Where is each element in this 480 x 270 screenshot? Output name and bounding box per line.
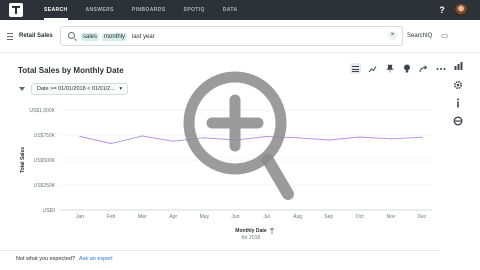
settings-gear-icon[interactable] [452, 79, 464, 91]
data-point[interactable] [390, 138, 392, 140]
search-token[interactable]: last year [130, 33, 157, 41]
clear-search-button[interactable]: × [388, 31, 397, 40]
y-tick-label: US$0 [42, 208, 55, 214]
sort-arrow-icon[interactable] [269, 227, 275, 234]
more-icon[interactable] [435, 63, 446, 74]
nav-tab-spotiq[interactable]: SPOTIQ [183, 0, 204, 20]
data-point[interactable] [328, 139, 330, 141]
data-point[interactable] [79, 135, 81, 138]
thoughtspot-logo-icon[interactable] [9, 3, 23, 17]
nav-tab-answers[interactable]: ANSWERS [86, 0, 114, 20]
x-tick-label: Jan [76, 214, 84, 220]
filter-icon [19, 87, 25, 91]
x-tick-label: Jul [263, 214, 269, 220]
x-tick-label: May [200, 214, 210, 220]
x-tick-label: Apr [169, 214, 177, 220]
data-point[interactable] [172, 140, 174, 142]
data-point[interactable] [265, 135, 268, 138]
footer-help: Not what you expected? Ask an expert [16, 256, 113, 262]
search-input[interactable]: sales monthly last year [60, 26, 403, 46]
x-tick-label: Feb [107, 214, 116, 220]
searchiq-label: SearchIQ [407, 33, 433, 39]
data-source-icon [7, 32, 13, 40]
searchiq-toggle[interactable] [441, 34, 448, 38]
data-point[interactable] [203, 137, 205, 139]
search-token[interactable]: monthly [102, 32, 128, 41]
x-tick-label: Aug [293, 214, 302, 220]
data-point[interactable] [234, 139, 237, 141]
x-tick-label: Jun [231, 214, 239, 220]
chevron-down-icon: ▾ [119, 86, 123, 92]
divider [0, 250, 440, 251]
search-icon [68, 32, 75, 39]
x-tick-label: Nov [386, 214, 395, 220]
info-icon[interactable] [452, 97, 464, 109]
chart-view-icon[interactable] [367, 63, 378, 74]
data-point[interactable] [141, 135, 143, 137]
y-tick-label: US$250K [34, 183, 56, 189]
y-axis-title: Total Sales [20, 147, 26, 173]
main-nav: SEARCH ANSWERS PINBOARDS SPOTIQ DATA [44, 0, 256, 20]
answer-title: Total Sales by Monthly Date [18, 66, 124, 75]
user-avatar[interactable] [455, 4, 467, 16]
footer-question: Not what you expected? [16, 256, 76, 262]
ask-expert-link[interactable]: Ask an expert [79, 256, 113, 262]
y-tick-label: US$1,000K [29, 108, 55, 114]
search-tokens: sales monthly last year [81, 31, 160, 42]
chart-type-icon[interactable] [452, 60, 464, 72]
data-point[interactable] [359, 136, 361, 138]
nav-tab-data[interactable]: DATA [223, 0, 238, 20]
pin-icon[interactable] [384, 63, 395, 74]
x-axis-subtitle: for 2018 [242, 235, 261, 241]
data-source-button[interactable]: Retail Sales [7, 26, 57, 46]
insight-bulb-icon[interactable] [401, 63, 412, 74]
x-axis-title: Monthly Date [235, 228, 267, 234]
divider [0, 52, 480, 53]
x-tick-label: Oct [356, 214, 364, 220]
share-icon[interactable] [418, 63, 429, 74]
top-nav-bar: SEARCH ANSWERS PINBOARDS SPOTIQ DATA ? [0, 0, 480, 20]
answer-toolbar [350, 63, 452, 74]
data-point[interactable] [297, 137, 299, 139]
date-filter-label: Date >= 01/01/2018 < 01/01/2... [37, 86, 115, 92]
series-line[interactable] [79, 135, 423, 144]
x-tick-label: Mar [138, 214, 147, 220]
date-filter-chip[interactable]: Date >= 01/01/2018 < 01/01/2... ▾ [31, 83, 129, 95]
table-view-icon[interactable] [350, 63, 361, 74]
search-token[interactable]: sales [81, 32, 100, 41]
nav-tab-search[interactable]: SEARCH [44, 0, 68, 20]
help-icon[interactable]: ? [437, 4, 447, 16]
data-point[interactable] [110, 142, 112, 145]
spotiq-icon[interactable] [452, 115, 464, 127]
data-point[interactable] [421, 136, 423, 138]
nav-tab-pinboards[interactable]: PINBOARDS [132, 0, 166, 20]
x-tick-label: Dec [418, 214, 427, 220]
y-tick-label: US$500K [34, 158, 56, 164]
search-bar-row: Retail Sales sales monthly last year × S… [0, 26, 480, 46]
sales-line-chart: US$0 US$250K US$500K US$750K US$1,000K Jan Fe… [20, 108, 432, 241]
data-source-label: Retail Sales [19, 33, 53, 39]
y-tick-label: US$750K [34, 133, 56, 139]
x-tick-label: Sep [324, 214, 333, 220]
